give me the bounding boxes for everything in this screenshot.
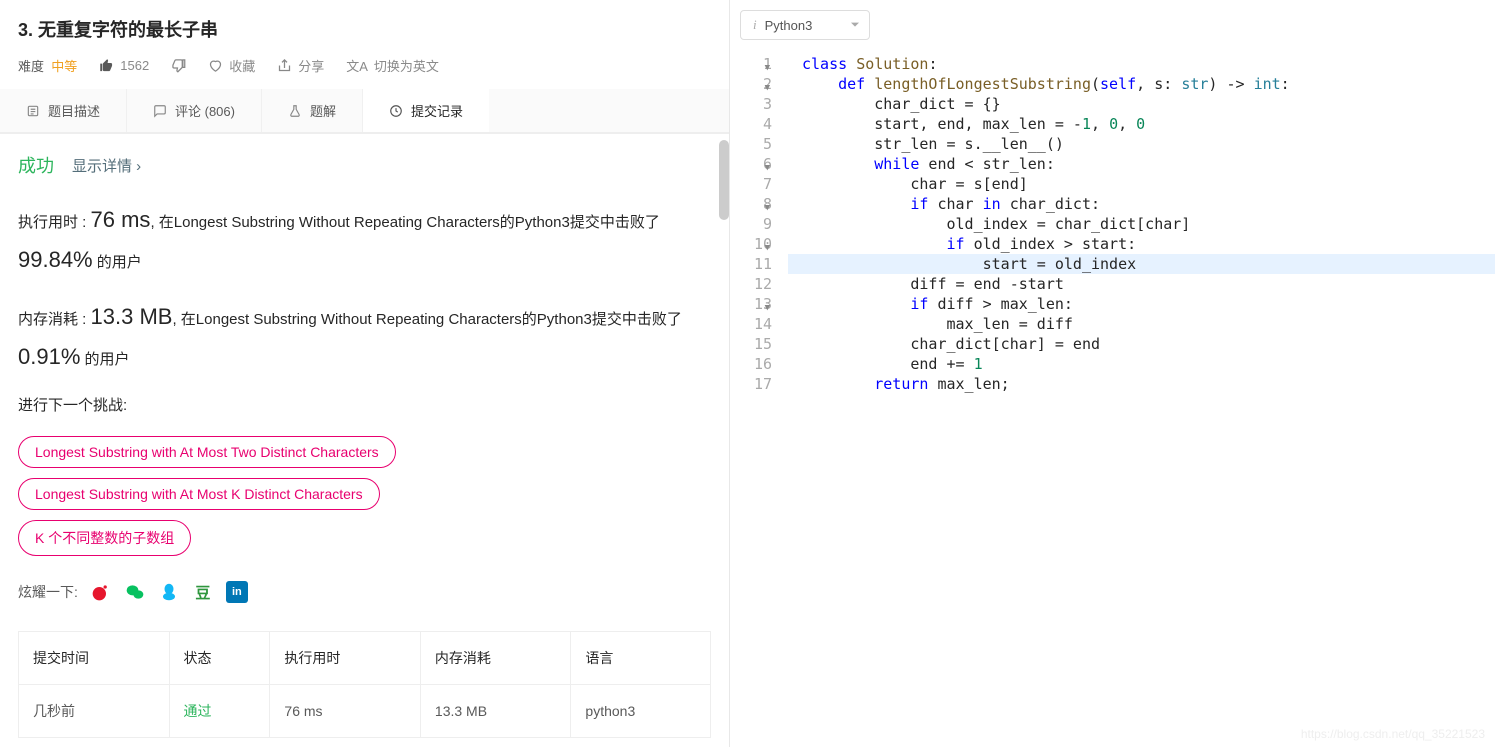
code-editor[interactable]: 1▼2▼3456▼78▼910▼111213▼14151617 class So… <box>730 40 1495 747</box>
tab-label: 评论 (806) <box>175 101 235 120</box>
tab-description[interactable]: 题目描述 <box>0 89 126 132</box>
favorite-label: 收藏 <box>229 56 255 75</box>
problem-meta: 难度 中等 1562 收藏 分享 文A 切换为英 <box>18 56 711 89</box>
th-lang: 语言 <box>571 632 711 685</box>
tab-label: 提交记录 <box>411 101 463 120</box>
th-runtime: 执行用时 <box>270 632 421 685</box>
info-icon: i <box>753 17 757 33</box>
th-status: 状态 <box>169 632 270 685</box>
thumbs-down-icon <box>171 58 186 73</box>
language-select[interactable]: i Python3 <box>740 10 870 40</box>
watermark: https://blog.csdn.net/qq_35221523 <box>1301 727 1485 741</box>
th-time: 提交时间 <box>19 632 170 685</box>
description-icon <box>26 104 40 118</box>
tab-label: 题解 <box>310 101 336 120</box>
memory-stat: 内存消耗 : 13.3 MB, 在Longest Substring Witho… <box>18 297 711 376</box>
status-success: 成功 <box>18 152 54 178</box>
translate-icon: 文A <box>346 56 368 75</box>
cell-memory: 13.3 MB <box>420 685 571 738</box>
flask-icon <box>288 104 302 118</box>
scrollbar[interactable] <box>719 140 729 220</box>
runtime-stat: 执行用时 : 76 ms, 在Longest Substring Without… <box>18 200 711 279</box>
history-icon <box>389 104 403 118</box>
tab-bar: 题目描述 评论 (806) 题解 提交记录 <box>0 89 729 133</box>
cell-status[interactable]: 通过 <box>169 685 270 738</box>
weibo-icon[interactable] <box>90 581 112 603</box>
like-button[interactable]: 1562 <box>99 58 149 73</box>
th-memory: 内存消耗 <box>420 632 571 685</box>
thumbs-up-icon <box>99 58 114 73</box>
qq-icon[interactable] <box>158 581 180 603</box>
favorite-button[interactable]: 收藏 <box>208 56 255 75</box>
language-label: Python3 <box>765 18 813 33</box>
challenge-pill-2[interactable]: Longest Substring with At Most K Distinc… <box>18 478 380 510</box>
difficulty-label: 难度 <box>18 59 44 74</box>
cell-lang: python3 <box>571 685 711 738</box>
problem-title: 3. 无重复字符的最长子串 <box>18 16 711 42</box>
challenge-pill-1[interactable]: Longest Substring with At Most Two Disti… <box>18 436 396 468</box>
next-challenge-label: 进行下一个挑战: <box>18 394 711 415</box>
share-icon <box>277 58 292 73</box>
tab-label: 题目描述 <box>48 101 100 120</box>
dislike-button[interactable] <box>171 58 186 73</box>
linkedin-icon[interactable]: in <box>226 581 248 603</box>
heart-icon <box>208 58 223 73</box>
switch-lang-button[interactable]: 文A 切换为英文 <box>346 56 439 75</box>
wechat-icon[interactable] <box>124 581 146 603</box>
tab-solution[interactable]: 题解 <box>261 89 362 132</box>
challenge-pill-3[interactable]: K 个不同整数的子数组 <box>18 520 191 556</box>
brag-label: 炫耀一下: <box>18 582 78 602</box>
submissions-table: 提交时间 状态 执行用时 内存消耗 语言 几秒前 通过 76 ms 13.3 M… <box>18 631 711 738</box>
table-row[interactable]: 几秒前 通过 76 ms 13.3 MB python3 <box>19 685 711 738</box>
switch-lang-label: 切换为英文 <box>374 56 439 75</box>
share-button[interactable]: 分享 <box>277 56 324 75</box>
tab-submissions[interactable]: 提交记录 <box>362 89 489 132</box>
show-detail-link[interactable]: 显示详情 › <box>72 155 141 176</box>
cell-runtime: 76 ms <box>270 685 421 738</box>
difficulty-value: 中等 <box>51 59 77 74</box>
tab-comments[interactable]: 评论 (806) <box>126 89 261 132</box>
douban-icon[interactable]: 豆 <box>192 581 214 603</box>
comment-icon <box>153 104 167 118</box>
share-label: 分享 <box>298 56 324 75</box>
like-count: 1562 <box>120 58 149 73</box>
cell-time: 几秒前 <box>19 685 170 738</box>
